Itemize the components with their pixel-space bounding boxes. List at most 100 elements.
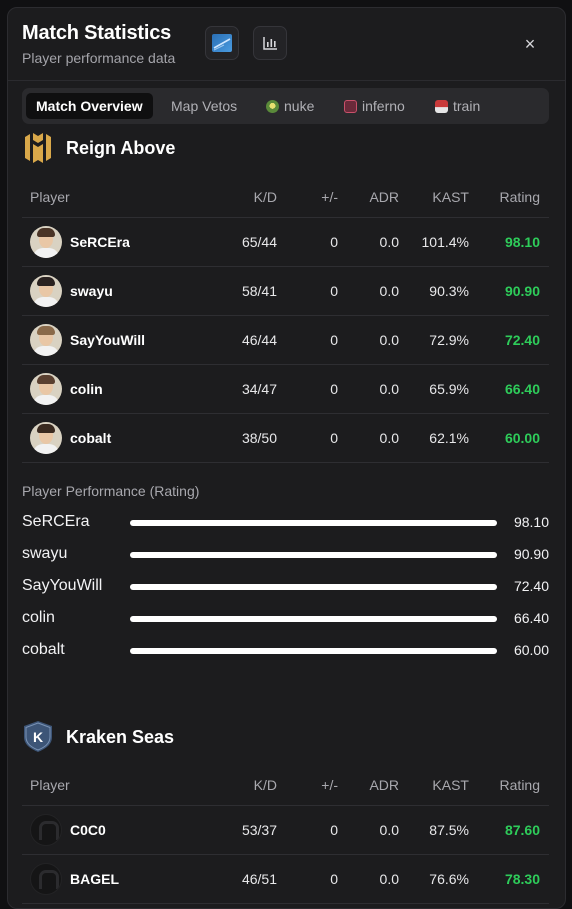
kd-value: 34/47	[241, 381, 277, 397]
rating-value: 66.40	[504, 381, 540, 397]
bar-fill	[130, 520, 497, 526]
svg-text:K: K	[33, 729, 43, 745]
tab-bar: Match Overview Map Vetos nuke inferno tr…	[22, 88, 549, 124]
col-adr: ADR	[369, 189, 399, 205]
player-cell: colin	[30, 365, 103, 413]
tab-nuke[interactable]: nuke	[266, 93, 314, 119]
bar-label: SayYouWill	[22, 577, 103, 594]
kast-value: 90.3%	[429, 283, 469, 299]
panel-title: Match Statistics	[22, 22, 172, 44]
bar-track	[130, 648, 497, 654]
adr-value: 0.0	[379, 871, 399, 887]
player-name: swayu	[70, 283, 113, 299]
bar-chart-button[interactable]	[253, 26, 287, 60]
table-row[interactable]: SeRCEra 65/44 0 0.0 101.4% 98.10	[22, 218, 549, 267]
col-adr: ADR	[369, 777, 399, 793]
table-row[interactable]: colin 34/47 0 0.0 65.9% 66.40	[22, 365, 549, 414]
performance-chart-title: Player Performance (Rating)	[22, 483, 200, 499]
bar-fill	[130, 552, 497, 558]
col-plus-minus: +/-	[321, 189, 338, 205]
rating-value: 87.60	[504, 822, 540, 838]
kd-value: 53/37	[241, 822, 277, 838]
bar-track	[130, 584, 497, 590]
plus-minus-value: 0	[330, 430, 338, 446]
col-rating: Rating	[499, 189, 540, 205]
adr-value: 0.0	[379, 283, 399, 299]
player-cell: swayu	[30, 267, 113, 315]
bar-track	[130, 616, 497, 622]
player-cell: cobalt	[30, 414, 111, 462]
table-row[interactable]: cobalt 38/50 0 0.0 62.1% 60.00	[22, 414, 549, 463]
adr-value: 0.0	[379, 822, 399, 838]
avatar-placeholder	[30, 814, 62, 846]
bar-value: 66.40	[513, 610, 549, 626]
table-row[interactable]: C0C0 53/37 0 0.0 87.5% 87.60	[22, 806, 549, 855]
bar-value: 90.90	[513, 546, 549, 562]
kd-value: 65/44	[241, 234, 277, 250]
rating-value: 78.30	[504, 871, 540, 887]
rating-value: 90.90	[504, 283, 540, 299]
col-kast: KAST	[432, 777, 469, 793]
bar-fill	[130, 584, 497, 590]
plus-minus-value: 0	[330, 871, 338, 887]
kast-value: 76.6%	[429, 871, 469, 887]
tab-match-overview[interactable]: Match Overview	[26, 93, 153, 119]
inferno-map-icon	[344, 100, 357, 113]
kast-value: 62.1%	[429, 430, 469, 446]
player-name: cobalt	[70, 430, 112, 446]
rating-value: 60.00	[504, 430, 540, 446]
performance-bar-row: SayYouWill 72.40	[22, 574, 549, 598]
tab-inferno[interactable]: inferno	[344, 93, 405, 119]
kraken-seas-logo-icon: K	[24, 721, 52, 752]
table-row[interactable]: SayYouWill 46/44 0 0.0 72.9% 72.40	[22, 316, 549, 365]
panel-subtitle: Player performance data	[22, 50, 176, 66]
bar-label: SeRCEra	[22, 513, 90, 530]
kast-value: 87.5%	[429, 822, 469, 838]
player-name: SayYouWill	[70, 332, 146, 348]
col-player: Player	[30, 777, 70, 793]
avatar	[30, 373, 62, 405]
player-name: SeRCEra	[70, 234, 130, 250]
tab-train[interactable]: train	[435, 93, 480, 119]
player-cell: SeRCEra	[30, 218, 130, 266]
team-name: Reign Above	[66, 138, 176, 158]
kast-value: 72.9%	[429, 332, 469, 348]
col-kast: KAST	[432, 189, 469, 205]
plus-minus-value: 0	[330, 283, 338, 299]
bar-value: 60.00	[513, 642, 549, 658]
plus-minus-value: 0	[330, 332, 338, 348]
bar-value: 98.10	[513, 514, 549, 530]
match-thumbnail-icon	[212, 34, 232, 52]
plus-minus-value: 0	[330, 381, 338, 397]
col-kd: K/D	[253, 777, 277, 793]
bar-track	[130, 520, 497, 526]
table-row[interactable]: swayu 58/41 0 0.0 90.3% 90.90	[22, 267, 549, 316]
performance-bar-row: swayu 90.90	[22, 542, 549, 566]
kd-value: 46/44	[241, 332, 277, 348]
adr-value: 0.0	[379, 234, 399, 250]
team-name: Kraken Seas	[66, 727, 175, 747]
bar-label: cobalt	[22, 641, 65, 658]
player-name: BAGEL	[70, 871, 119, 887]
player-name: C0C0	[70, 822, 106, 838]
match-image-button[interactable]	[205, 26, 239, 60]
avatar	[30, 275, 62, 307]
bar-chart-icon	[263, 37, 277, 50]
tab-map-vetos[interactable]: Map Vetos	[171, 93, 237, 119]
col-player: Player	[30, 189, 70, 205]
table-row[interactable]: BAGEL 46/51 0 0.0 76.6% 78.30	[22, 855, 549, 904]
player-cell: SayYouWill	[30, 316, 145, 364]
col-rating: Rating	[499, 777, 540, 793]
avatar	[30, 226, 62, 258]
kd-value: 38/50	[241, 430, 277, 446]
bar-fill	[130, 616, 497, 622]
train-map-icon	[435, 100, 448, 113]
tab-label: train	[453, 98, 481, 114]
close-button[interactable]: ×	[518, 32, 542, 56]
table-header: Player K/D +/- ADR KAST Rating	[22, 765, 549, 806]
plus-minus-value: 0	[330, 822, 338, 838]
plus-minus-value: 0	[330, 234, 338, 250]
tab-label: inferno	[362, 98, 405, 114]
kast-value: 65.9%	[429, 381, 469, 397]
adr-value: 0.0	[379, 332, 399, 348]
